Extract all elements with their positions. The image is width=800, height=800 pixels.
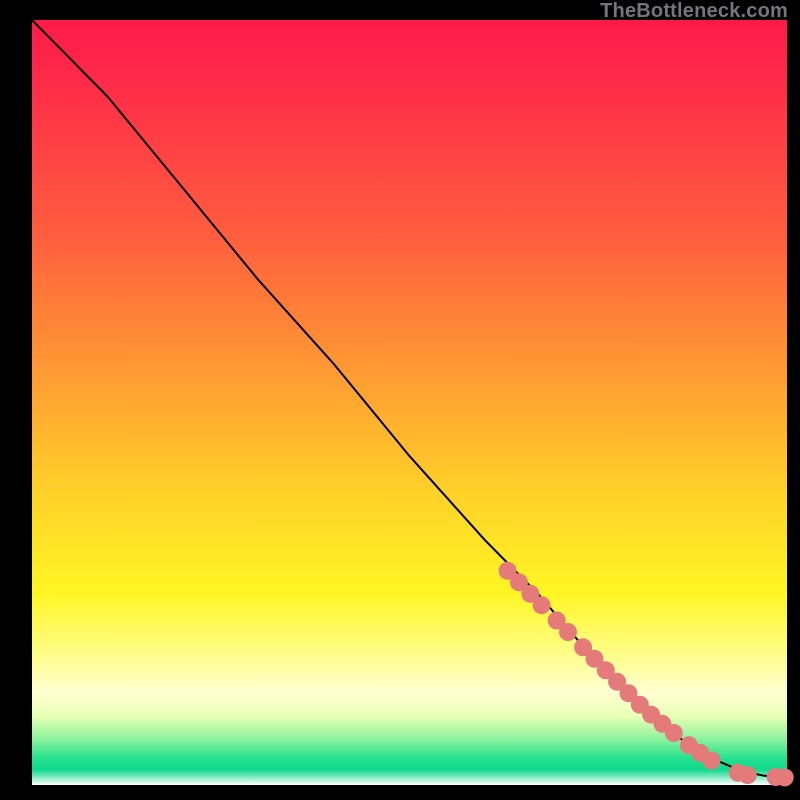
curve-path	[32, 20, 787, 777]
chart-frame: TheBottleneck.com	[0, 0, 800, 800]
data-marker	[559, 623, 577, 641]
data-marker	[703, 752, 721, 770]
data-marker	[776, 768, 794, 786]
data-marker	[665, 724, 683, 742]
bottleneck-curve	[32, 20, 787, 777]
data-marker	[739, 766, 757, 784]
chart-overlay	[32, 20, 787, 785]
watermark-text: TheBottleneck.com	[600, 0, 788, 23]
data-marker	[533, 596, 551, 614]
data-markers	[499, 562, 794, 787]
